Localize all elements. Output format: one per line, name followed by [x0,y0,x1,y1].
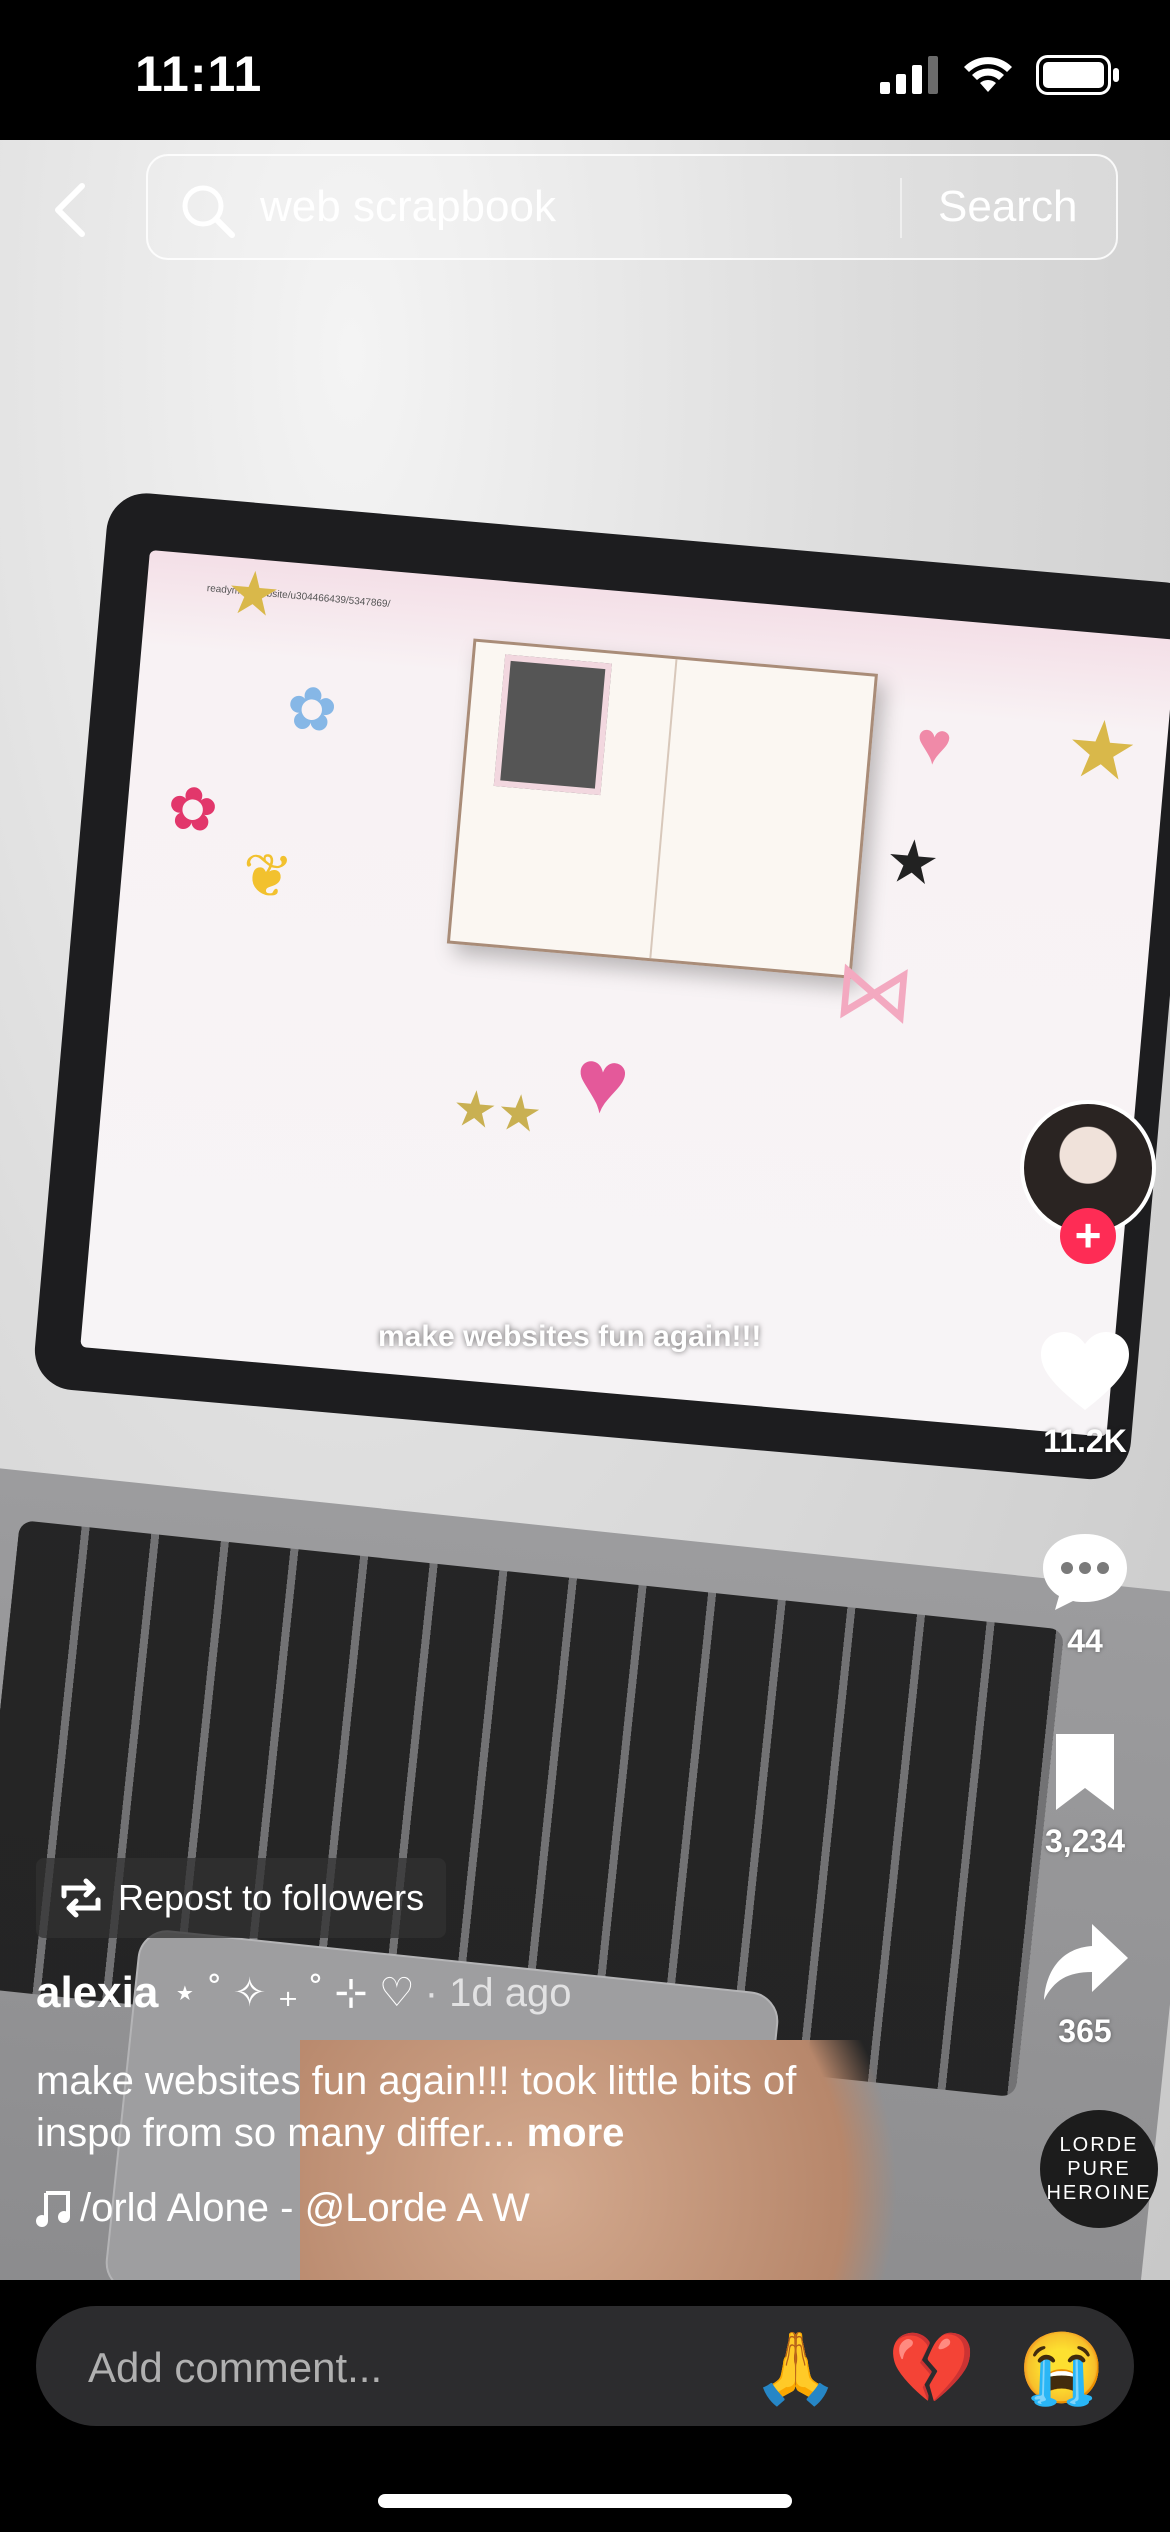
search-input[interactable]: web scrapbook Search [146,154,1118,260]
emoji-crying-face[interactable]: 😭 [1018,2328,1105,2410]
bookmark-icon [1056,1734,1114,1810]
emoji-broken-heart[interactable]: 💔 [888,2328,975,2410]
username-decoration: ⋆ ˚ ✧ ₊ ˚ ⊹ ♡ [172,1971,415,2015]
search-query: web scrapbook [260,182,556,231]
video-player[interactable]: readymag.website/u304466439/5347869/ ★ ✿… [0,140,1170,2280]
post-description[interactable]: make websites fun again!!! took little b… [36,2055,896,2159]
butterfly-sticker: ❦ [239,840,296,912]
back-button[interactable] [40,180,100,240]
bow-sticker: ⋈ [830,943,919,1040]
post-time: · 1d ago [424,1970,572,2015]
music-info[interactable]: /orld Alone - @Lorde A W [36,2186,530,2231]
star-sticker: ★ [223,557,284,630]
comment-placeholder: Add comment... [88,2344,383,2391]
battery-icon [1036,55,1119,95]
emoji-praying-hands[interactable]: 🙏 [752,2328,839,2410]
comment-input[interactable]: Add comment... 🙏 💔 😭 [36,2306,1134,2426]
home-indicator[interactable] [378,2494,792,2508]
flower-sticker: ✿ [164,773,221,845]
author-row: alexia ⋆ ˚ ✧ ₊ ˚ ⊹ ♡ · 1d ago [36,1968,572,2018]
star-sticker: ★ [882,826,943,898]
status-icons [880,55,1120,95]
status-bar: 11:11 [0,0,1170,140]
like-button[interactable]: 11.2K [1000,1330,1170,1460]
search-bar-row: web scrapbook Search [0,140,1170,280]
wifi-icon [964,57,1012,92]
disc-text: HEROINE [1046,2182,1152,2204]
disc-text: LORDE [1059,2134,1139,2156]
comment-bar: Add comment... 🙏 💔 😭 [0,2280,1170,2532]
star-sticker: ★ [1062,702,1142,798]
heart-sticker: ♥ [913,708,955,779]
username[interactable]: alexia [36,1968,158,2018]
search-divider [900,178,902,238]
repost-icon [61,1878,101,1918]
like-count: 11.2K [1043,1423,1127,1459]
disc-text: PURE [1067,2158,1131,2180]
video-caption-overlay: make websites fun again!!! [378,1320,762,1353]
scrapbook-notebook [446,638,878,979]
share-count: 365 [1058,2013,1112,2049]
follow-button[interactable]: + [1060,1208,1116,1264]
laptop-screen: readymag.website/u304466439/5347869/ ★ ✿… [80,550,1170,1437]
search-button[interactable]: Search [938,182,1077,232]
save-button[interactable]: 3,234 [1000,1730,1170,1860]
heart-icon [1041,1332,1129,1410]
repost-button[interactable]: Repost to followers [36,1858,447,1938]
heart-sticker: ♥ [571,1030,634,1135]
comment-count: 44 [1067,1623,1103,1659]
status-time: 11:11 [135,46,263,102]
comment-button[interactable]: 44 [1000,1530,1170,1660]
music-note-icon [36,2190,70,2227]
flower-sticker: ✿ [283,673,340,745]
share-button[interactable]: 365 [1000,1920,1170,2050]
more-link[interactable]: more [527,2111,625,2155]
description-text: make websites fun again!!! took little b… [36,2059,797,2155]
comment-icon [1043,1534,1127,1610]
music-title: /orld Alone - @Lorde A W [80,2186,530,2230]
share-arrow-icon [1044,1924,1128,2000]
chevron-left-icon [55,183,85,237]
repost-label: Repost to followers [118,1877,425,1918]
notebook-photo [493,654,612,796]
cellular-signal-icon [880,56,938,94]
music-disc[interactable]: LORDE PURE HEROINE [1040,2110,1158,2228]
star-sticker: ★★ [450,1079,545,1144]
save-count: 3,234 [1044,1823,1126,1859]
search-icon [182,185,235,238]
